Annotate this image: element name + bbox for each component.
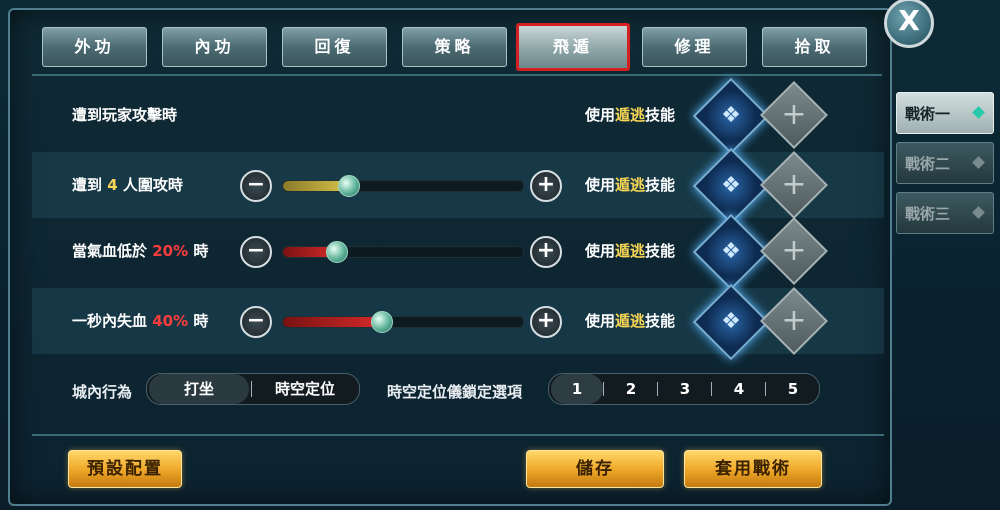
diamond-icon <box>972 106 985 119</box>
city-behavior-toggle: 打坐 時空定位 <box>146 373 360 405</box>
divider <box>251 381 252 397</box>
tab-shiqu[interactable]: 拾取 <box>762 27 867 67</box>
tab-huifu[interactable]: 回復 <box>282 27 387 67</box>
lock-option-2[interactable]: 2 <box>605 374 657 404</box>
rule-row-player-attack: 遭到玩家攻擊時 使用遁逃技能 ❖ + <box>32 77 884 155</box>
tactic-tab-1[interactable]: 戰術一 <box>896 92 994 134</box>
decrease-button[interactable]: − <box>240 170 272 202</box>
slider-track[interactable] <box>282 241 524 263</box>
city-option-meditate[interactable]: 打坐 <box>149 374 249 404</box>
slider-track[interactable] <box>282 175 524 197</box>
blue-flame-escape-icon: ❖ <box>721 173 741 198</box>
add-skill-slot[interactable]: + <box>760 81 828 149</box>
slider-knob[interactable] <box>371 311 393 333</box>
increase-button[interactable]: + <box>530 306 562 338</box>
plus-slot-icon: + <box>781 97 807 132</box>
tab-waigong[interactable]: 外功 <box>42 27 147 67</box>
divider <box>711 382 712 396</box>
use-skill-label: 使用遁逃技能 <box>585 242 676 260</box>
tab-celue[interactable]: 策略 <box>402 27 507 67</box>
category-tabs: 外功 內功 回復 策略 飛遁 修理 拾取 <box>42 23 872 71</box>
lock-option-3[interactable]: 3 <box>659 374 711 404</box>
tactic-tab-2[interactable]: 戰術二 <box>896 142 994 184</box>
rule-row-low-hp: 當氣血低於 20% 時 − + 使用遁逃技能 ❖ + <box>32 213 884 291</box>
tactic-tab-3[interactable]: 戰術三 <box>896 192 994 234</box>
divider <box>603 382 604 396</box>
divider <box>765 382 766 396</box>
use-skill-label: 使用遁逃技能 <box>585 176 676 194</box>
rule-row-hp-loss: 一秒內失血 40% 時 − + 使用遁逃技能 ❖ + <box>32 283 884 361</box>
diamond-icon <box>972 156 985 169</box>
add-skill-slot[interactable]: + <box>760 151 828 219</box>
rule-row-surrounded: 遭到 4 人圍攻時 − + 使用遁逃技能 ❖ + <box>32 147 884 225</box>
slider-knob[interactable] <box>338 175 360 197</box>
blue-flame-escape-icon: ❖ <box>721 239 741 264</box>
slider-knob[interactable] <box>326 241 348 263</box>
close-button[interactable]: X <box>884 0 934 48</box>
settings-panel: 遭到玩家攻擊時 使用遁逃技能 ❖ + 遭到 4 人圍攻時 − + 使用遁逃技能 … <box>32 77 884 434</box>
tab-xiuli[interactable]: 修理 <box>642 27 747 67</box>
lock-option-4[interactable]: 4 <box>713 374 765 404</box>
default-config-button[interactable]: 預設配置 <box>68 450 182 488</box>
plus-slot-icon: + <box>781 303 807 338</box>
city-behavior-label: 城內行為 <box>72 383 133 401</box>
blue-flame-escape-icon: ❖ <box>721 103 741 128</box>
tab-feidun[interactable]: 飛遁 <box>516 23 630 71</box>
blue-flame-escape-icon: ❖ <box>721 309 741 334</box>
city-option-teleport[interactable]: 時空定位 <box>253 374 357 404</box>
tab-divider <box>32 74 882 76</box>
rule-label: 當氣血低於 20% 時 <box>72 242 209 260</box>
increase-button[interactable]: + <box>530 170 562 202</box>
decrease-button[interactable]: − <box>240 236 272 268</box>
add-skill-slot[interactable]: + <box>760 217 828 285</box>
options-row: 城內行為 打坐 時空定位 時空定位儀鎖定選項 1 2 3 4 5 <box>32 368 884 418</box>
skill-slot[interactable]: ❖ <box>692 213 770 291</box>
add-skill-slot[interactable]: + <box>760 287 828 355</box>
skill-slot[interactable]: ❖ <box>692 147 770 225</box>
footer-divider <box>32 434 884 436</box>
plus-slot-icon: + <box>781 167 807 202</box>
divider <box>657 382 658 396</box>
tab-neigong[interactable]: 內功 <box>162 27 267 67</box>
lock-option-1[interactable]: 1 <box>551 374 603 404</box>
skill-slot[interactable]: ❖ <box>692 77 770 155</box>
slider-fill <box>283 317 381 327</box>
use-skill-label: 使用遁逃技能 <box>585 106 676 124</box>
plus-slot-icon: + <box>781 233 807 268</box>
skill-slot[interactable]: ❖ <box>692 283 770 361</box>
diamond-icon <box>972 206 985 219</box>
rule-label: 一秒內失血 40% 時 <box>72 312 209 330</box>
rule-label: 遭到玩家攻擊時 <box>72 106 178 124</box>
decrease-button[interactable]: − <box>240 306 272 338</box>
use-skill-label: 使用遁逃技能 <box>585 312 676 330</box>
lock-option-5[interactable]: 5 <box>767 374 819 404</box>
rule-label: 遭到 4 人圍攻時 <box>72 176 183 194</box>
save-button[interactable]: 儲存 <box>526 450 664 488</box>
slider-track[interactable] <box>282 311 524 333</box>
increase-button[interactable]: + <box>530 236 562 268</box>
lock-option-selector: 1 2 3 4 5 <box>548 373 820 405</box>
lock-option-label: 時空定位儀鎖定選項 <box>387 383 523 401</box>
apply-tactics-button[interactable]: 套用戰術 <box>684 450 822 488</box>
